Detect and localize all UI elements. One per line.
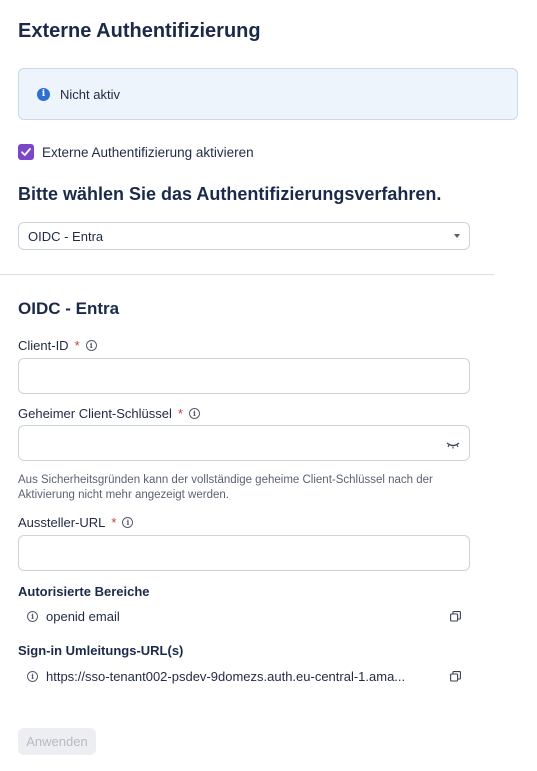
client-secret-input[interactable] (18, 425, 470, 461)
info-icon[interactable]: i (188, 408, 200, 419)
info-icon: i (37, 87, 50, 101)
client-secret-label: Geheimer Client-Schlüssel (18, 406, 172, 421)
redirect-url-value: https://sso-tenant002-psdev-9domezs.auth… (46, 669, 406, 684)
status-text: Nicht aktiv (60, 86, 120, 102)
required-mark: * (177, 406, 183, 421)
page-title: Externe Authentifizierung (18, 20, 261, 42)
divider (0, 274, 494, 275)
client-id-input[interactable] (18, 358, 470, 394)
auth-method-selected-value: OIDC - Entra (28, 228, 104, 244)
enable-external-auth-label[interactable]: Externe Authentifizierung aktivieren (42, 145, 254, 160)
scopes-value-row: i openid email (27, 609, 463, 624)
copy-icon[interactable] (450, 671, 461, 682)
info-icon[interactable]: i (122, 517, 134, 528)
issuer-url-label-row: Aussteller-URL * i (18, 515, 134, 530)
issuer-url-label: Aussteller-URL (18, 515, 106, 530)
enable-external-auth-row[interactable]: Externe Authentifizierung aktivieren (18, 144, 254, 160)
info-icon[interactable]: i (85, 340, 97, 351)
scopes-label: Autorisierte Bereiche (18, 584, 150, 599)
info-icon[interactable]: i (27, 671, 38, 682)
method-heading: Bitte wählen Sie das Authentifizierungsv… (18, 184, 442, 204)
status-banner: i Nicht aktiv (18, 68, 518, 120)
issuer-url-input[interactable] (18, 535, 470, 571)
client-secret-helper-text: Aus Sicherheitsgründen kann der vollstän… (18, 474, 433, 501)
redirect-url-value-row: i https://sso-tenant002-psdev-9domezs.au… (27, 669, 463, 684)
client-id-label: Client-ID (18, 338, 69, 353)
redirect-url-label: Sign-in Umleitungs-URL(s) (18, 643, 184, 658)
copy-icon[interactable] (450, 611, 461, 622)
client-secret-label-row: Geheimer Client-Schlüssel * i (18, 406, 200, 421)
auth-method-select[interactable]: OIDC - Entra (18, 222, 470, 250)
info-icon[interactable]: i (27, 611, 38, 622)
checkmark-icon (21, 148, 31, 156)
required-mark: * (111, 515, 117, 530)
required-mark: * (74, 338, 80, 353)
eye-closed-icon[interactable] (446, 439, 460, 449)
chevron-down-icon (454, 234, 460, 238)
client-id-label-row: Client-ID * i (18, 338, 97, 353)
apply-button[interactable]: Anwenden (18, 728, 96, 755)
provider-heading: OIDC - Entra (18, 299, 120, 318)
scopes-value: openid email (46, 609, 120, 624)
enable-external-auth-checkbox[interactable] (18, 144, 34, 160)
